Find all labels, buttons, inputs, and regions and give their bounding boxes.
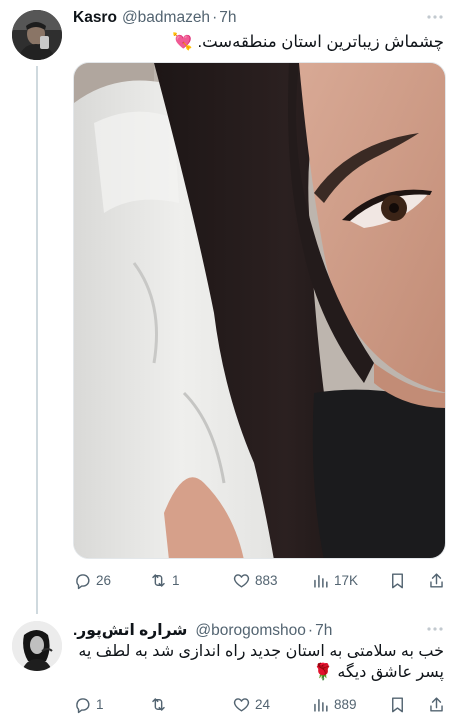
share-button[interactable] xyxy=(427,692,446,716)
timestamp[interactable]: 7h xyxy=(315,622,332,640)
tweet-1-body: چشماش زیباترین استان منطقه‌ست. xyxy=(197,33,445,51)
separator-dot: · xyxy=(212,9,218,26)
bookmark-button[interactable] xyxy=(388,692,407,716)
retweet-button[interactable]: 1 xyxy=(149,568,180,592)
reply-button[interactable]: 1 xyxy=(73,692,104,716)
views-count: 889 xyxy=(334,696,357,712)
tweet-2-line-1: خب به سلامتی به استان جدید راه اندازی شد… xyxy=(78,643,444,660)
share-icon xyxy=(430,572,443,588)
separator-dot: · xyxy=(307,622,314,639)
bookmark-icon xyxy=(392,572,403,588)
views-icon xyxy=(314,574,328,588)
share-button[interactable] xyxy=(427,568,446,592)
tweet-1-photo[interactable] xyxy=(73,62,446,559)
share-icon xyxy=(430,696,443,712)
tweet-1-text: چشماش زیباترین استان منطقه‌ست. 💘 xyxy=(172,31,444,53)
timestamp[interactable]: 7h xyxy=(219,9,236,27)
author-handle[interactable]: @borogomshoo xyxy=(195,622,306,640)
reply-icon xyxy=(76,573,90,589)
like-icon xyxy=(233,697,250,712)
like-count: 883 xyxy=(255,572,278,588)
author-name[interactable]: Kasro xyxy=(73,9,117,27)
retweet-icon xyxy=(152,573,165,587)
views-icon xyxy=(314,698,328,712)
like-button[interactable]: 883 xyxy=(232,568,278,592)
tweet-2-line-2: پسر عاشق دیگه 🌹 xyxy=(313,664,444,681)
like-button[interactable]: 24 xyxy=(232,692,270,716)
bookmark-button[interactable] xyxy=(388,568,407,592)
author-name[interactable]: شراره اتش‌پور. xyxy=(73,621,187,640)
tweet-1-actions: 26 1 883 17K xyxy=(73,568,446,592)
tweet-2-actions: 1 24 889 xyxy=(73,692,446,716)
heart-emoji: 💘 xyxy=(172,33,193,51)
reply-count: 1 xyxy=(96,696,104,712)
reply-count: 26 xyxy=(96,572,112,588)
retweet-button[interactable] xyxy=(149,692,172,716)
like-icon xyxy=(233,573,250,588)
views-button[interactable]: 889 xyxy=(311,692,357,716)
retweet-icon xyxy=(152,697,165,711)
like-count: 24 xyxy=(255,696,271,712)
tweet-2-header: شراره اتش‌پور. @borogomshoo · 7h xyxy=(73,621,332,640)
tweet-1-header: Kasro @badmazeh · 7h xyxy=(73,9,236,27)
reply-icon xyxy=(76,697,90,713)
more-icon[interactable] xyxy=(426,14,444,20)
author-handle[interactable]: @badmazeh xyxy=(122,9,210,27)
more-icon[interactable] xyxy=(426,626,444,632)
tweet-2-avatar[interactable] xyxy=(12,621,62,671)
tweet-1-avatar[interactable] xyxy=(12,10,62,60)
views-button[interactable]: 17K xyxy=(311,568,358,592)
retweet-count: 1 xyxy=(172,572,180,588)
views-count: 17K xyxy=(334,572,359,588)
thread-connector-line xyxy=(36,66,38,614)
bookmark-icon xyxy=(392,696,403,712)
reply-button[interactable]: 26 xyxy=(73,568,111,592)
tweet-2-text: خب به سلامتی به استان جدید راه اندازی شد… xyxy=(78,641,444,683)
